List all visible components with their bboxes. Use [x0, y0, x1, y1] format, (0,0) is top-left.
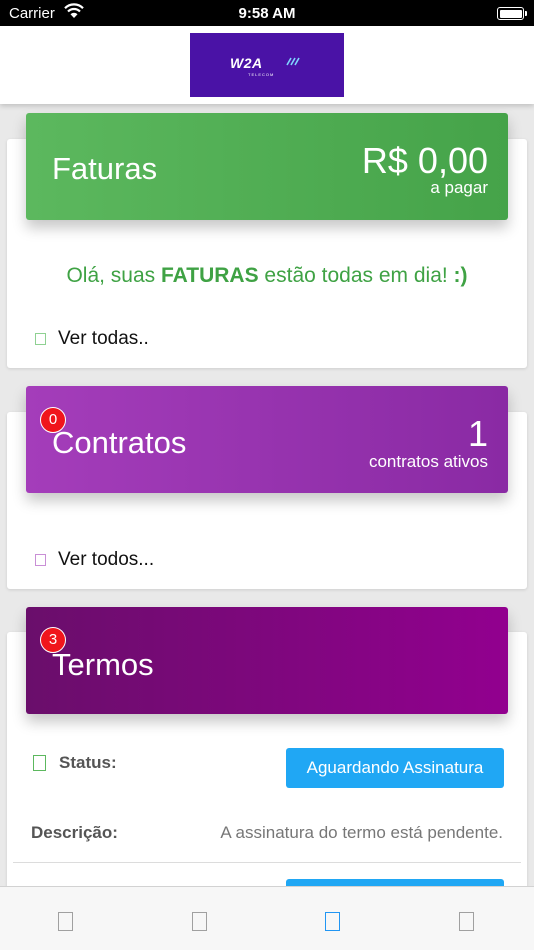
logo-subtitle: TELECOM — [248, 72, 275, 77]
contratos-badge: 0 — [40, 407, 66, 433]
clock: 9:58 AM — [238, 5, 296, 22]
brand-logo: W2A TELECOM — [190, 33, 344, 97]
faturas-status-message: Olá, suas FATURAS estão todas em dia! :) — [0, 264, 534, 288]
tab-4[interactable] — [401, 887, 534, 950]
contratos-count-label: contratos ativos — [368, 452, 488, 471]
termo-divider — [13, 862, 521, 863]
battery-icon — [497, 7, 527, 20]
faturas-amount: R$ 0,00 — [361, 140, 488, 181]
faturas-message-bold: FATURAS — [160, 264, 259, 287]
contratos-header[interactable]: Contratos 1 contratos ativos — [26, 386, 508, 493]
app-header: W2A TELECOM — [0, 26, 534, 104]
logo-waves-icon — [286, 57, 300, 66]
faturas-amount-label: a pagar — [430, 178, 488, 197]
status-check-icon — [33, 755, 46, 771]
faturas-see-all-label: Ver todas.. — [58, 328, 149, 349]
tab-bar — [0, 886, 534, 950]
contratos-count: 1 — [467, 413, 488, 454]
status-bar: Carrier 9:58 AM — [0, 0, 534, 26]
logo-wordmark: W2A — [230, 55, 263, 71]
list-icon — [35, 554, 46, 566]
tab-1-icon — [58, 912, 73, 931]
tab-2[interactable] — [134, 887, 268, 950]
termos-badge: 3 — [40, 627, 66, 653]
faturas-see-all-link[interactable]: Ver todas.. — [35, 328, 149, 350]
termos-title: Termos — [52, 647, 154, 682]
contratos-see-all-label: Ver todos... — [58, 549, 155, 570]
tab-3-icon — [325, 912, 340, 931]
termo-status-button[interactable]: Aguardando Assinatura — [286, 748, 504, 788]
tab-4-icon — [458, 912, 474, 931]
tab-3[interactable] — [267, 887, 401, 950]
termo-description-label: Descrição: — [31, 823, 118, 842]
faturas-message-prefix: Olá, suas — [66, 264, 161, 287]
contratos-see-all-link[interactable]: Ver todos... — [35, 549, 154, 571]
faturas-message-emoticon: :) — [453, 264, 468, 287]
tab-1[interactable] — [0, 887, 134, 950]
faturas-title: Faturas — [52, 151, 158, 186]
list-icon — [35, 333, 46, 345]
termos-header[interactable]: Termos — [26, 607, 508, 714]
termo-status-label: Status: — [59, 753, 117, 772]
faturas-header[interactable]: Faturas R$ 0,00 a pagar — [26, 113, 508, 220]
faturas-message-suffix: estão todas em dia! — [258, 264, 454, 287]
termo-description-value: A assinatura do termo está pendente. — [220, 823, 503, 842]
tab-2-icon — [191, 912, 207, 931]
contratos-title: Contratos — [52, 425, 187, 460]
